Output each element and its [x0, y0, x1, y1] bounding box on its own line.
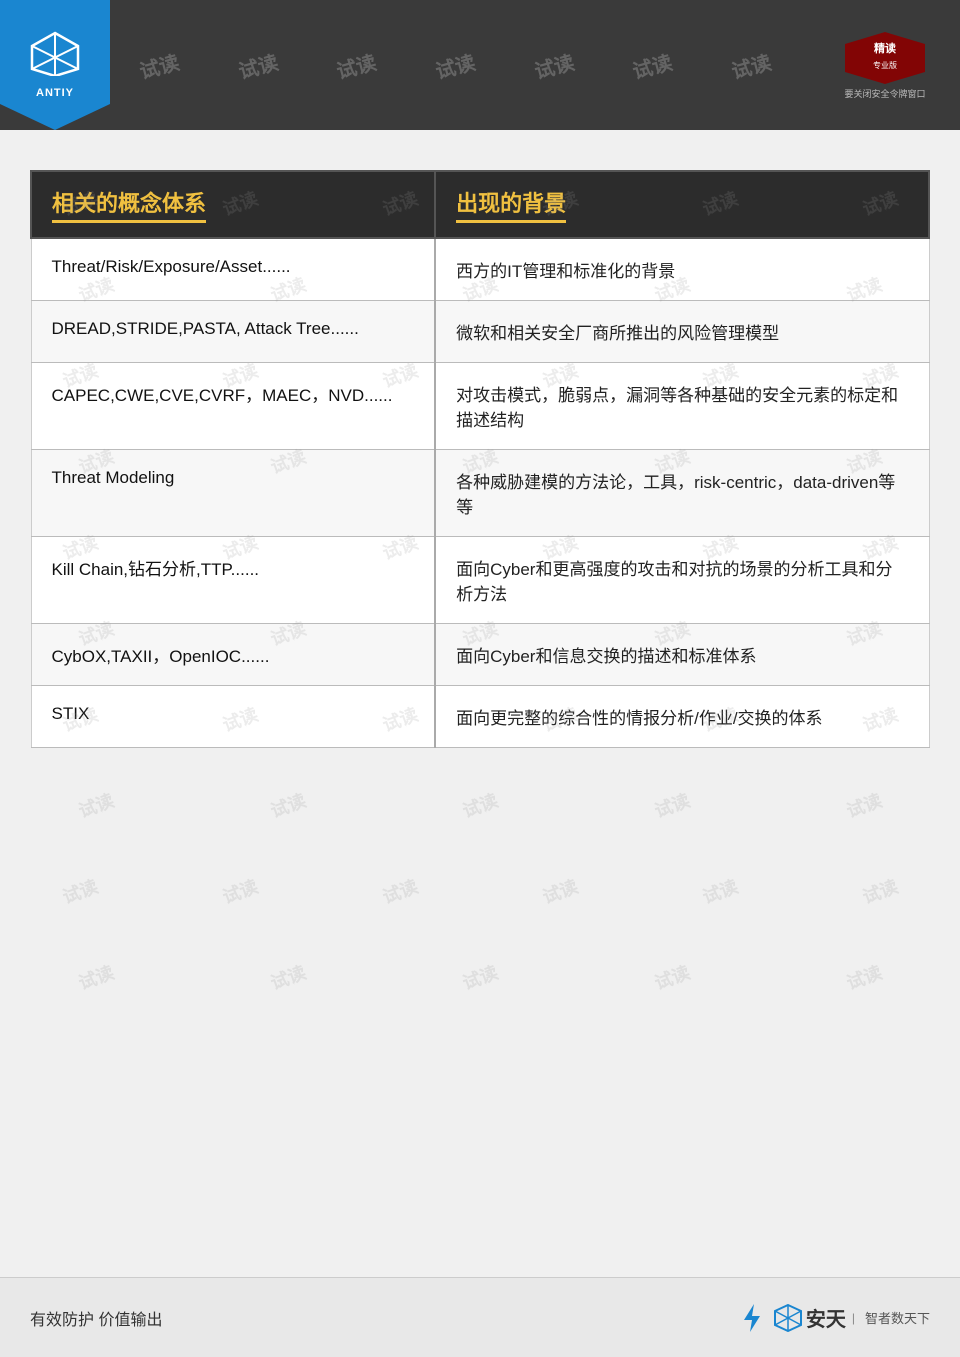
table-cell-col2: 面向Cyber和更高强度的攻击和对抗的场景的分析工具和分析方法	[435, 537, 929, 624]
table-cell-col1: CAPEC,CWE,CVE,CVRF，MAEC，NVD......	[31, 363, 435, 450]
logo-text: ANTIY	[36, 87, 74, 99]
footer-lightning-icon	[736, 1302, 768, 1334]
logo-icon	[30, 31, 80, 83]
concept-table: 相关的概念体系 出现的背景 Threat/Risk/Exposure/Asset…	[30, 170, 930, 748]
table-cell-col2: 各种威胁建模的方法论，工具，risk-centric，data-driven等等	[435, 450, 929, 537]
table-row: DREAD,STRIDE,PASTA, Attack Tree......微软和…	[31, 301, 929, 363]
table-cell-col1: Threat/Risk/Exposure/Asset......	[31, 238, 435, 301]
footer: 有效防护 价值输出 安天 | 智者数天下	[0, 1277, 960, 1357]
table-cell-col2: 面向Cyber和信息交换的描述和标准体系	[435, 624, 929, 686]
footer-left-text: 有效防护 价值输出	[30, 1306, 162, 1330]
footer-brand-name: 安天	[806, 1303, 846, 1332]
logo: ANTIY	[0, 0, 110, 130]
table-cell-col2: 面向更完整的综合性的情报分析/作业/交换的体系	[435, 686, 929, 748]
table-cell-col2: 微软和相关安全厂商所推出的风险管理模型	[435, 301, 929, 363]
footer-logo-box: 安天 | 智者数天下	[774, 1303, 930, 1332]
table-cell-col1: Kill Chain,钻石分析,TTP......	[31, 537, 435, 624]
table-row: Threat Modeling各种威胁建模的方法论，工具，risk-centri…	[31, 450, 929, 537]
table-row: Kill Chain,钻石分析,TTP......面向Cyber和更高强度的攻击…	[31, 537, 929, 624]
watermark-5: 试读	[530, 46, 576, 84]
watermark-1: 试读	[136, 46, 182, 84]
col2-header: 出现的背景	[435, 171, 929, 238]
footer-right: 安天 | 智者数天下	[736, 1302, 930, 1334]
table-row: CybOX,TAXII，OpenIOC......面向Cyber和信息交换的描述…	[31, 624, 929, 686]
table-row: CAPEC,CWE,CVE,CVRF，MAEC，NVD......对攻击模式，脆…	[31, 363, 929, 450]
table-row: STIX面向更完整的综合性的情报分析/作业/交换的体系	[31, 686, 929, 748]
watermark-3: 试读	[333, 46, 379, 84]
footer-brand-sub: 智者数天下	[865, 1308, 930, 1327]
table-row: Threat/Risk/Exposure/Asset......西方的IT管理和…	[31, 238, 929, 301]
main-content: 相关的概念体系 出现的背景 Threat/Risk/Exposure/Asset…	[0, 130, 960, 778]
watermark-7: 试读	[728, 46, 774, 84]
watermark-2: 试读	[235, 46, 281, 84]
table-cell-col1: DREAD,STRIDE,PASTA, Attack Tree......	[31, 301, 435, 363]
watermark-6: 试读	[629, 46, 675, 84]
footer-logo-icon	[774, 1304, 802, 1332]
header: ANTIY 试读 试读 试读 试读 试读 试读 试读 精读 专业版 要关闭安全令…	[0, 0, 960, 130]
svg-text:精读: 精读	[874, 41, 896, 55]
table-cell-col1: CybOX,TAXII，OpenIOC......	[31, 624, 435, 686]
table-cell-col2: 西方的IT管理和标准化的背景	[435, 238, 929, 301]
table-cell-col1: STIX	[31, 686, 435, 748]
header-watermarks: 试读 试读 试读 试读 试读 试读 试读	[110, 0, 800, 130]
table-cell-col2: 对攻击模式，脆弱点，漏洞等各种基础的安全元素的标定和描述结构	[435, 363, 929, 450]
top-right-badge: 精读 专业版 要关闭安全令牌窗口	[820, 10, 950, 120]
badge-subtitle: 要关闭安全令牌窗口	[844, 87, 925, 100]
watermark-4: 试读	[432, 46, 478, 84]
svg-text:专业版: 专业版	[873, 60, 897, 70]
col1-header: 相关的概念体系	[31, 171, 435, 238]
table-cell-col1: Threat Modeling	[31, 450, 435, 537]
